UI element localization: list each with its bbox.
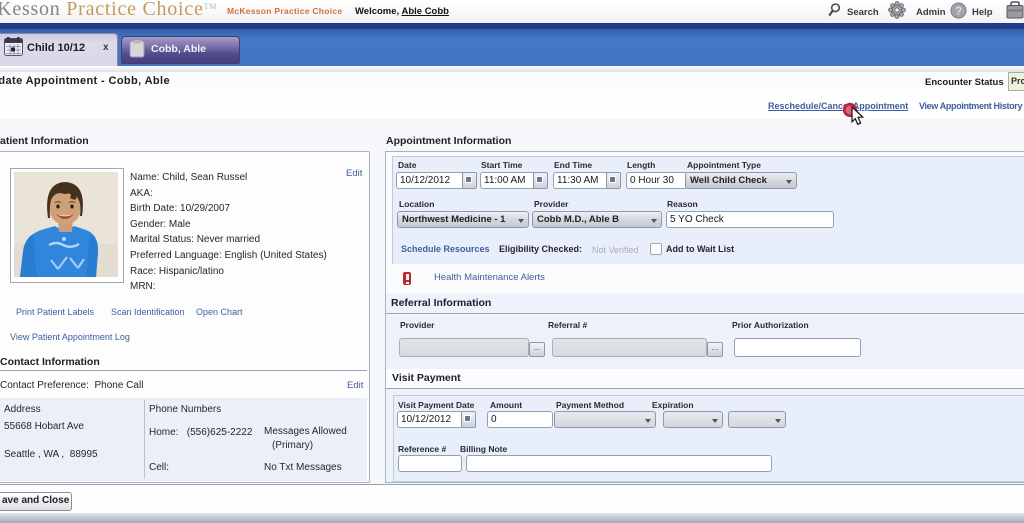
svg-text:?: ? <box>955 6 962 18</box>
